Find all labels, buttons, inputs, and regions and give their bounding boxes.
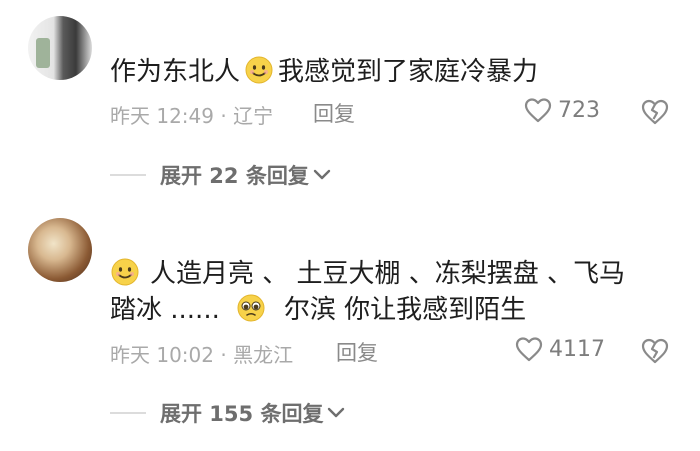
smiling-face-emoji-icon: [111, 258, 139, 286]
avatar[interactable]: [28, 16, 92, 80]
like-count: 723: [558, 97, 600, 123]
avatar[interactable]: [28, 218, 92, 282]
expand-replies-button[interactable]: 展开 155 条回复: [160, 398, 345, 428]
comment-time-location: 昨天 10:02 · 黑龙江: [110, 343, 294, 367]
comment-text-part: 人造月亮 、 土豆大棚 、冻梨摆盘 、飞马: [150, 259, 626, 289]
comment-text-part: 踏冰 ......: [110, 295, 220, 325]
comment-text-part: 我感觉到了家庭冷暴力: [278, 57, 539, 87]
expand-replies-button[interactable]: 展开 22 条回复: [160, 160, 331, 190]
divider: [110, 412, 146, 414]
pleading-face-emoji-icon: [237, 294, 265, 322]
heart-icon: [524, 98, 552, 123]
like-button[interactable]: 723: [524, 97, 600, 123]
broken-heart-icon[interactable]: [640, 98, 670, 126]
expand-replies-row: 展开 22 条回复: [110, 160, 331, 190]
expand-replies-row: 展开 155 条回复: [110, 398, 345, 428]
reply-button[interactable]: 回复: [313, 98, 355, 128]
divider: [110, 174, 146, 176]
comment-text: 踏冰 ...... 尔滨 你让我感到陌生: [110, 290, 526, 330]
comment-time-location: 昨天 12:49 · 辽宁: [110, 104, 274, 128]
like-count: 4117: [549, 336, 605, 362]
like-button[interactable]: 4117: [515, 336, 605, 362]
comment-text: 人造月亮 、 土豆大棚 、冻梨摆盘 、飞马: [110, 254, 625, 294]
reply-button[interactable]: 回复: [336, 337, 378, 367]
expand-replies-label: 展开 155 条回复: [160, 402, 324, 426]
comment-text-part: 作为东北人: [110, 57, 241, 87]
chevron-down-icon: [313, 169, 331, 180]
expand-replies-label: 展开 22 条回复: [160, 164, 309, 188]
comment-text: 作为东北人 我感觉到了家庭冷暴力: [110, 52, 538, 92]
comment-text-part: 尔滨 你让我感到陌生: [283, 295, 527, 325]
heart-icon: [515, 337, 543, 362]
broken-heart-icon[interactable]: [640, 337, 670, 365]
chevron-down-icon: [328, 407, 345, 418]
smiling-face-emoji-icon: [245, 56, 273, 84]
